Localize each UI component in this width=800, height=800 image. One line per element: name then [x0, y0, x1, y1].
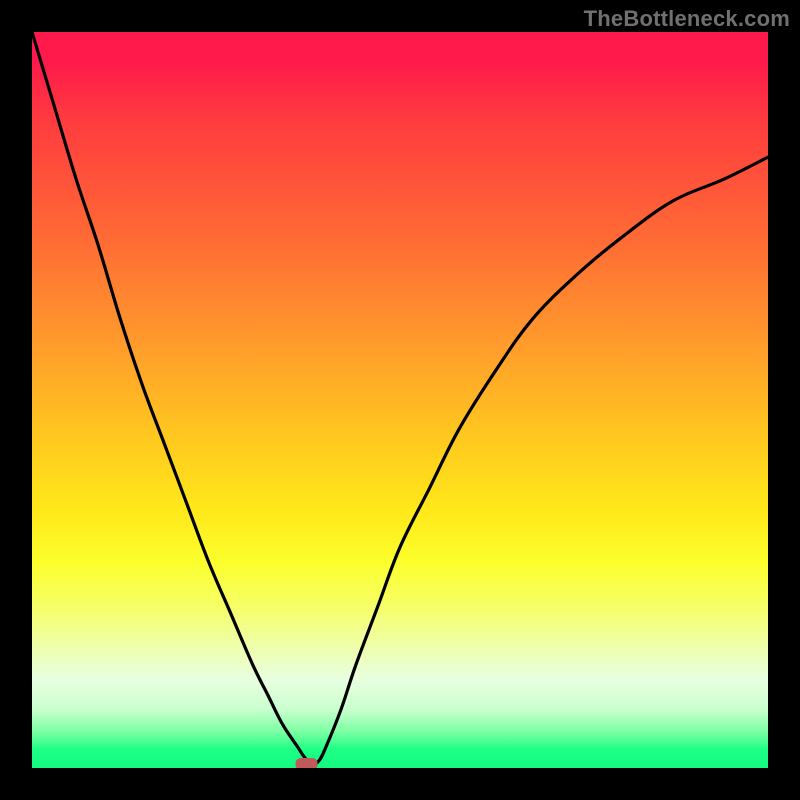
minimum-marker [296, 758, 318, 768]
chart-plot-area [32, 32, 768, 768]
bottleneck-curve [32, 32, 768, 765]
watermark-text: TheBottleneck.com [584, 6, 790, 32]
chart-svg [32, 32, 768, 768]
chart-frame: TheBottleneck.com [0, 0, 800, 800]
